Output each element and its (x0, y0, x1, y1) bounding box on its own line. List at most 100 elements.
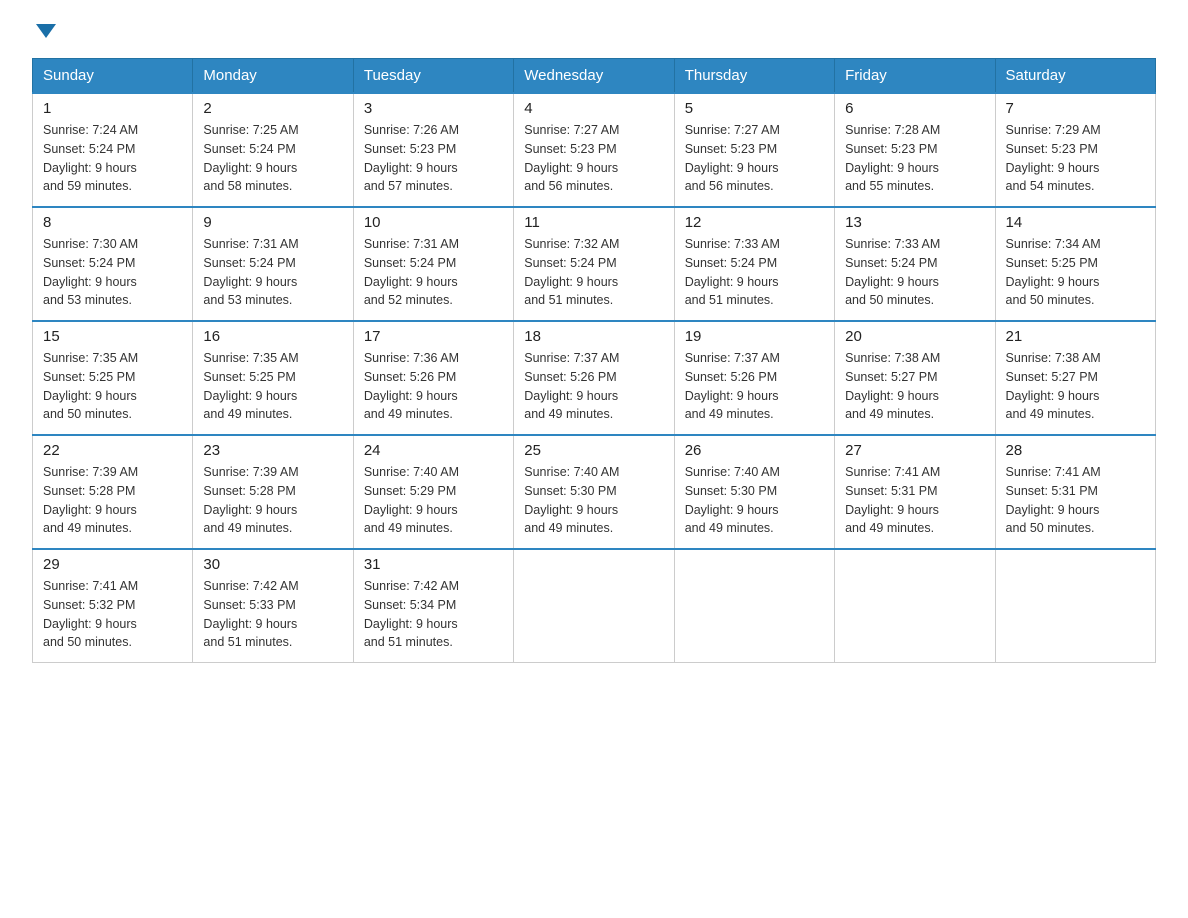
calendar-cell: 2 Sunrise: 7:25 AM Sunset: 5:24 PM Dayli… (193, 93, 353, 207)
calendar-cell: 4 Sunrise: 7:27 AM Sunset: 5:23 PM Dayli… (514, 93, 674, 207)
day-number: 6 (845, 100, 984, 117)
day-info: Sunrise: 7:32 AM Sunset: 5:24 PM Dayligh… (524, 235, 663, 310)
day-info: Sunrise: 7:30 AM Sunset: 5:24 PM Dayligh… (43, 235, 182, 310)
day-info: Sunrise: 7:39 AM Sunset: 5:28 PM Dayligh… (203, 463, 342, 538)
day-info: Sunrise: 7:34 AM Sunset: 5:25 PM Dayligh… (1006, 235, 1145, 310)
calendar-cell: 25 Sunrise: 7:40 AM Sunset: 5:30 PM Dayl… (514, 435, 674, 549)
day-info: Sunrise: 7:42 AM Sunset: 5:33 PM Dayligh… (203, 577, 342, 652)
day-number: 30 (203, 556, 342, 573)
calendar-week-row: 1 Sunrise: 7:24 AM Sunset: 5:24 PM Dayli… (33, 93, 1156, 207)
calendar-cell: 20 Sunrise: 7:38 AM Sunset: 5:27 PM Dayl… (835, 321, 995, 435)
day-info: Sunrise: 7:31 AM Sunset: 5:24 PM Dayligh… (203, 235, 342, 310)
calendar-week-row: 22 Sunrise: 7:39 AM Sunset: 5:28 PM Dayl… (33, 435, 1156, 549)
calendar-header-saturday: Saturday (995, 59, 1155, 94)
calendar-header-row: SundayMondayTuesdayWednesdayThursdayFrid… (33, 59, 1156, 94)
day-info: Sunrise: 7:40 AM Sunset: 5:30 PM Dayligh… (524, 463, 663, 538)
day-number: 10 (364, 214, 503, 231)
day-number: 1 (43, 100, 182, 117)
day-info: Sunrise: 7:28 AM Sunset: 5:23 PM Dayligh… (845, 121, 984, 196)
day-info: Sunrise: 7:24 AM Sunset: 5:24 PM Dayligh… (43, 121, 182, 196)
calendar-cell: 18 Sunrise: 7:37 AM Sunset: 5:26 PM Dayl… (514, 321, 674, 435)
calendar-cell: 17 Sunrise: 7:36 AM Sunset: 5:26 PM Dayl… (353, 321, 513, 435)
day-info: Sunrise: 7:27 AM Sunset: 5:23 PM Dayligh… (685, 121, 824, 196)
day-number: 18 (524, 328, 663, 345)
day-info: Sunrise: 7:39 AM Sunset: 5:28 PM Dayligh… (43, 463, 182, 538)
calendar-cell: 11 Sunrise: 7:32 AM Sunset: 5:24 PM Dayl… (514, 207, 674, 321)
calendar-header-sunday: Sunday (33, 59, 193, 94)
calendar-week-row: 15 Sunrise: 7:35 AM Sunset: 5:25 PM Dayl… (33, 321, 1156, 435)
day-info: Sunrise: 7:27 AM Sunset: 5:23 PM Dayligh… (524, 121, 663, 196)
day-number: 27 (845, 442, 984, 459)
day-info: Sunrise: 7:26 AM Sunset: 5:23 PM Dayligh… (364, 121, 503, 196)
calendar-cell: 16 Sunrise: 7:35 AM Sunset: 5:25 PM Dayl… (193, 321, 353, 435)
logo-text (32, 24, 56, 36)
day-info: Sunrise: 7:38 AM Sunset: 5:27 PM Dayligh… (1006, 349, 1145, 424)
day-info: Sunrise: 7:41 AM Sunset: 5:32 PM Dayligh… (43, 577, 182, 652)
logo (32, 24, 56, 34)
day-info: Sunrise: 7:40 AM Sunset: 5:30 PM Dayligh… (685, 463, 824, 538)
day-info: Sunrise: 7:42 AM Sunset: 5:34 PM Dayligh… (364, 577, 503, 652)
calendar-cell: 21 Sunrise: 7:38 AM Sunset: 5:27 PM Dayl… (995, 321, 1155, 435)
day-info: Sunrise: 7:37 AM Sunset: 5:26 PM Dayligh… (685, 349, 824, 424)
day-info: Sunrise: 7:31 AM Sunset: 5:24 PM Dayligh… (364, 235, 503, 310)
calendar-week-row: 8 Sunrise: 7:30 AM Sunset: 5:24 PM Dayli… (33, 207, 1156, 321)
calendar-header-wednesday: Wednesday (514, 59, 674, 94)
calendar-cell: 9 Sunrise: 7:31 AM Sunset: 5:24 PM Dayli… (193, 207, 353, 321)
day-info: Sunrise: 7:35 AM Sunset: 5:25 PM Dayligh… (203, 349, 342, 424)
calendar-cell: 19 Sunrise: 7:37 AM Sunset: 5:26 PM Dayl… (674, 321, 834, 435)
day-info: Sunrise: 7:36 AM Sunset: 5:26 PM Dayligh… (364, 349, 503, 424)
day-number: 5 (685, 100, 824, 117)
day-number: 4 (524, 100, 663, 117)
calendar-cell (674, 549, 834, 663)
calendar-cell: 29 Sunrise: 7:41 AM Sunset: 5:32 PM Dayl… (33, 549, 193, 663)
day-number: 15 (43, 328, 182, 345)
calendar-cell: 7 Sunrise: 7:29 AM Sunset: 5:23 PM Dayli… (995, 93, 1155, 207)
day-info: Sunrise: 7:33 AM Sunset: 5:24 PM Dayligh… (685, 235, 824, 310)
day-number: 14 (1006, 214, 1145, 231)
day-number: 31 (364, 556, 503, 573)
day-info: Sunrise: 7:37 AM Sunset: 5:26 PM Dayligh… (524, 349, 663, 424)
calendar-header-tuesday: Tuesday (353, 59, 513, 94)
calendar-cell: 22 Sunrise: 7:39 AM Sunset: 5:28 PM Dayl… (33, 435, 193, 549)
day-number: 17 (364, 328, 503, 345)
day-number: 29 (43, 556, 182, 573)
calendar-cell: 27 Sunrise: 7:41 AM Sunset: 5:31 PM Dayl… (835, 435, 995, 549)
calendar-table: SundayMondayTuesdayWednesdayThursdayFrid… (32, 58, 1156, 663)
calendar-cell: 24 Sunrise: 7:40 AM Sunset: 5:29 PM Dayl… (353, 435, 513, 549)
day-number: 2 (203, 100, 342, 117)
calendar-cell (995, 549, 1155, 663)
calendar-week-row: 29 Sunrise: 7:41 AM Sunset: 5:32 PM Dayl… (33, 549, 1156, 663)
page-header (32, 24, 1156, 34)
day-number: 26 (685, 442, 824, 459)
calendar-cell: 6 Sunrise: 7:28 AM Sunset: 5:23 PM Dayli… (835, 93, 995, 207)
day-info: Sunrise: 7:35 AM Sunset: 5:25 PM Dayligh… (43, 349, 182, 424)
day-number: 28 (1006, 442, 1145, 459)
day-number: 7 (1006, 100, 1145, 117)
day-info: Sunrise: 7:40 AM Sunset: 5:29 PM Dayligh… (364, 463, 503, 538)
calendar-cell: 13 Sunrise: 7:33 AM Sunset: 5:24 PM Dayl… (835, 207, 995, 321)
day-number: 19 (685, 328, 824, 345)
day-number: 12 (685, 214, 824, 231)
calendar-cell: 10 Sunrise: 7:31 AM Sunset: 5:24 PM Dayl… (353, 207, 513, 321)
calendar-header-friday: Friday (835, 59, 995, 94)
day-number: 3 (364, 100, 503, 117)
day-number: 8 (43, 214, 182, 231)
day-number: 20 (845, 328, 984, 345)
day-info: Sunrise: 7:41 AM Sunset: 5:31 PM Dayligh… (845, 463, 984, 538)
calendar-cell: 5 Sunrise: 7:27 AM Sunset: 5:23 PM Dayli… (674, 93, 834, 207)
day-info: Sunrise: 7:33 AM Sunset: 5:24 PM Dayligh… (845, 235, 984, 310)
day-info: Sunrise: 7:25 AM Sunset: 5:24 PM Dayligh… (203, 121, 342, 196)
calendar-cell: 26 Sunrise: 7:40 AM Sunset: 5:30 PM Dayl… (674, 435, 834, 549)
day-info: Sunrise: 7:41 AM Sunset: 5:31 PM Dayligh… (1006, 463, 1145, 538)
day-number: 23 (203, 442, 342, 459)
logo-arrow-icon (36, 24, 56, 38)
day-number: 24 (364, 442, 503, 459)
calendar-cell: 12 Sunrise: 7:33 AM Sunset: 5:24 PM Dayl… (674, 207, 834, 321)
calendar-cell: 3 Sunrise: 7:26 AM Sunset: 5:23 PM Dayli… (353, 93, 513, 207)
day-number: 9 (203, 214, 342, 231)
calendar-cell: 28 Sunrise: 7:41 AM Sunset: 5:31 PM Dayl… (995, 435, 1155, 549)
day-info: Sunrise: 7:38 AM Sunset: 5:27 PM Dayligh… (845, 349, 984, 424)
day-number: 25 (524, 442, 663, 459)
day-number: 16 (203, 328, 342, 345)
calendar-cell: 1 Sunrise: 7:24 AM Sunset: 5:24 PM Dayli… (33, 93, 193, 207)
